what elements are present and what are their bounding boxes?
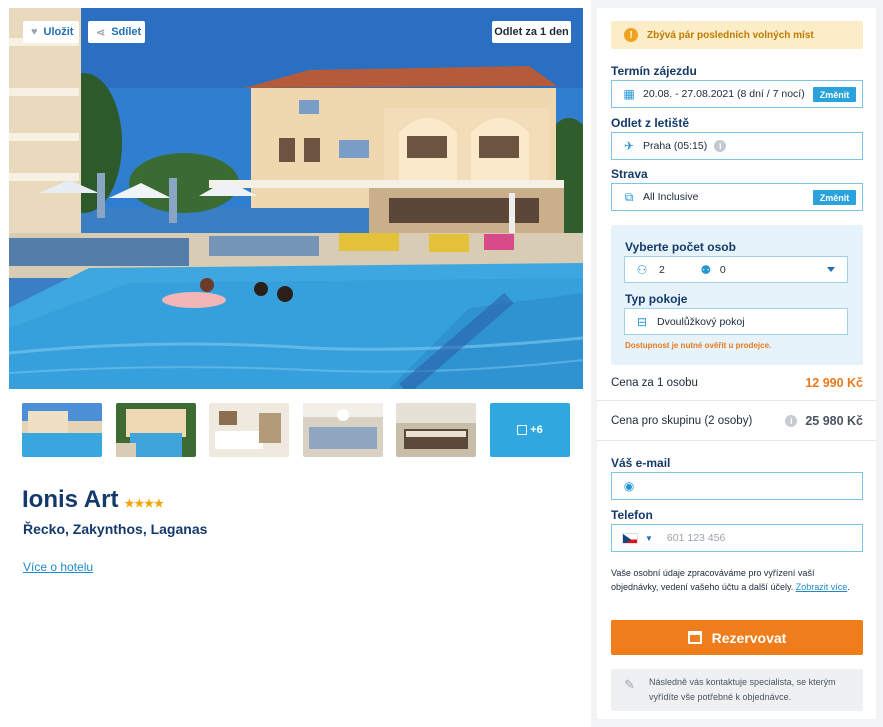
consent-text-end: . xyxy=(847,582,850,592)
phone-label: Telefon xyxy=(611,508,653,522)
persons-select[interactable]: ⚇ 2 ⚉ 0 xyxy=(624,256,848,283)
chevron-down-icon xyxy=(827,267,835,272)
hotel-detail-panel: ♥ Uložit ⋖ Sdílet Odlet za 1 den +6 Ioni… xyxy=(0,0,591,727)
food-icon: ⧉ xyxy=(624,189,634,204)
departure-airport-label: Odlet z letiště xyxy=(611,116,690,130)
contact-note-text: Následně vás kontaktuje specialista, se … xyxy=(649,677,836,702)
price-per-person-label: Cena za 1 osobu xyxy=(611,377,698,389)
room-type-select[interactable]: ⊟ Dvoulůžkový pokoj xyxy=(624,308,848,335)
pin-icon: ✎ xyxy=(624,677,635,692)
availability-note: Dostupnost je nutné ověřit u prodejce. xyxy=(625,341,772,350)
photo-thumbnails: +6 xyxy=(22,403,570,458)
children-count: 0 xyxy=(719,263,726,276)
change-board-button[interactable]: Změnit xyxy=(813,190,856,205)
term-field[interactable]: ▦ 20.08. - 27.08.2021 (8 dní / 7 nocí) Z… xyxy=(611,80,863,108)
price-divider xyxy=(597,440,876,441)
children-icon: ⚉ xyxy=(700,262,712,277)
adults-icon: ⚇ xyxy=(636,262,648,277)
country-chevron-icon[interactable]: ▼ xyxy=(645,534,653,543)
price-group: i 25 980 Kč xyxy=(785,414,863,428)
price-group-row: Cena pro skupinu (2 osoby) i 25 980 Kč xyxy=(611,414,863,428)
departure-airport-field: ✈ Praha (05:15) i xyxy=(611,132,863,160)
hero-photo-image xyxy=(9,8,583,389)
availability-warning: ! Zbývá pár posledních volných míst xyxy=(611,21,863,49)
contact-note: ✎ Následně vás kontaktuje specialista, s… xyxy=(611,669,863,711)
hotel-details-link[interactable]: Více o hotelu xyxy=(23,560,93,574)
availability-warning-text: Zbývá pár posledních volných míst xyxy=(647,29,814,41)
room-type-label: Typ pokoje xyxy=(625,292,688,306)
heart-icon: ♥ xyxy=(31,26,38,38)
hotel-title: Ionis Art ★★★★ xyxy=(22,486,164,514)
adults-count: 2 xyxy=(659,263,665,276)
share-button-label: Sdílet xyxy=(111,26,142,38)
price-per-person-value: 12 990 Kč xyxy=(805,376,863,390)
thumbnail-3[interactable] xyxy=(209,403,290,457)
price-per-person-row: Cena za 1 osobu 12 990 Kč xyxy=(611,376,863,390)
share-button[interactable]: ⋖ Sdílet xyxy=(88,21,145,43)
hero-photo[interactable]: ♥ Uložit ⋖ Sdílet Odlet za 1 den xyxy=(9,8,583,389)
board-label: Strava xyxy=(611,167,648,181)
show-more-link[interactable]: Zobrazit více xyxy=(796,582,848,592)
more-photos-button[interactable]: +6 xyxy=(489,403,570,457)
calendar-icon xyxy=(687,631,702,644)
reserve-button[interactable]: Rezervovat xyxy=(611,620,863,655)
hotel-location: Řecko, Zakynthos, Laganas xyxy=(23,521,208,537)
email-icon: ◉ xyxy=(623,479,635,493)
board-field[interactable]: ⧉ All Inclusive Změnit xyxy=(611,183,863,211)
price-group-value: 25 980 Kč xyxy=(805,414,863,428)
persons-label: Vyberte počet osob xyxy=(625,240,736,254)
persons-section: Vyberte počet osob ⚇ 2 ⚉ 0 Typ pokoje ⊟ … xyxy=(611,225,863,365)
save-button-label: Uložit xyxy=(43,26,74,38)
info-icon[interactable]: i xyxy=(785,415,798,427)
thumbnail-4[interactable] xyxy=(302,403,383,457)
email-label: Váš e-mail xyxy=(611,456,671,470)
warning-icon: ! xyxy=(624,28,638,42)
thumbnail-5[interactable] xyxy=(396,403,477,457)
price-divider xyxy=(597,400,876,401)
board-value: All Inclusive xyxy=(643,191,699,203)
more-photos-label: +6 xyxy=(530,424,543,436)
email-field[interactable]: ◉ xyxy=(611,472,863,500)
phone-placeholder: 601 123 456 xyxy=(666,532,726,544)
thumbnail-1[interactable] xyxy=(22,403,102,457)
departure-badge: Odlet za 1 den xyxy=(492,21,571,43)
phone-field[interactable]: ▼ 601 123 456 xyxy=(611,524,863,552)
room-type-value: Dvoulůžkový pokoj xyxy=(657,315,745,328)
price-group-label: Cena pro skupinu (2 osoby) xyxy=(611,415,753,427)
plane-icon: ✈ xyxy=(623,139,635,153)
departure-airport-value: Praha (05:15) xyxy=(643,140,708,152)
hotel-name: Ionis Art xyxy=(22,486,119,513)
term-value: 20.08. - 27.08.2021 (8 dní / 7 nocí) xyxy=(643,88,805,100)
booking-panel: ! Zbývá pár posledních volných míst Term… xyxy=(597,8,876,719)
term-label: Termín zájezdu xyxy=(611,64,697,78)
calendar-icon: ▦ xyxy=(623,87,635,101)
thumbnail-2[interactable] xyxy=(115,403,196,457)
change-term-button[interactable]: Změnit xyxy=(813,87,856,102)
consent-text: Vaše osobní údaje zpracováváme pro vyříz… xyxy=(611,566,863,594)
consent-text-body: Vaše osobní údaje zpracováváme pro vyříz… xyxy=(611,568,815,592)
page: ♥ Uložit ⋖ Sdílet Odlet za 1 den +6 Ioni… xyxy=(0,0,883,727)
save-button[interactable]: ♥ Uložit xyxy=(23,21,79,43)
info-icon[interactable]: i xyxy=(714,140,727,152)
bed-icon: ⊟ xyxy=(636,314,648,329)
gallery-icon xyxy=(517,425,528,435)
czech-flag-icon[interactable] xyxy=(622,532,638,544)
share-icon: ⋖ xyxy=(96,26,106,39)
star-rating: ★★★★ xyxy=(124,498,164,510)
reserve-button-label: Rezervovat xyxy=(711,629,787,646)
